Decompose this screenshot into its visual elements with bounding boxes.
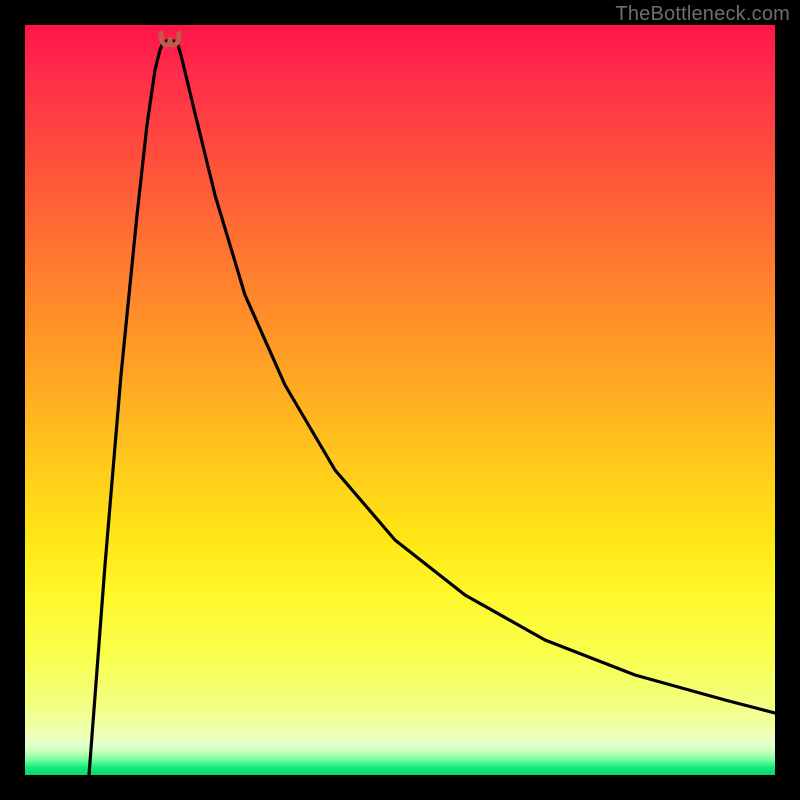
plot-area <box>25 25 775 775</box>
chart-frame: TheBottleneck.com <box>0 0 800 800</box>
watermark-text: TheBottleneck.com <box>615 3 790 26</box>
bottleneck-curve <box>25 25 775 775</box>
